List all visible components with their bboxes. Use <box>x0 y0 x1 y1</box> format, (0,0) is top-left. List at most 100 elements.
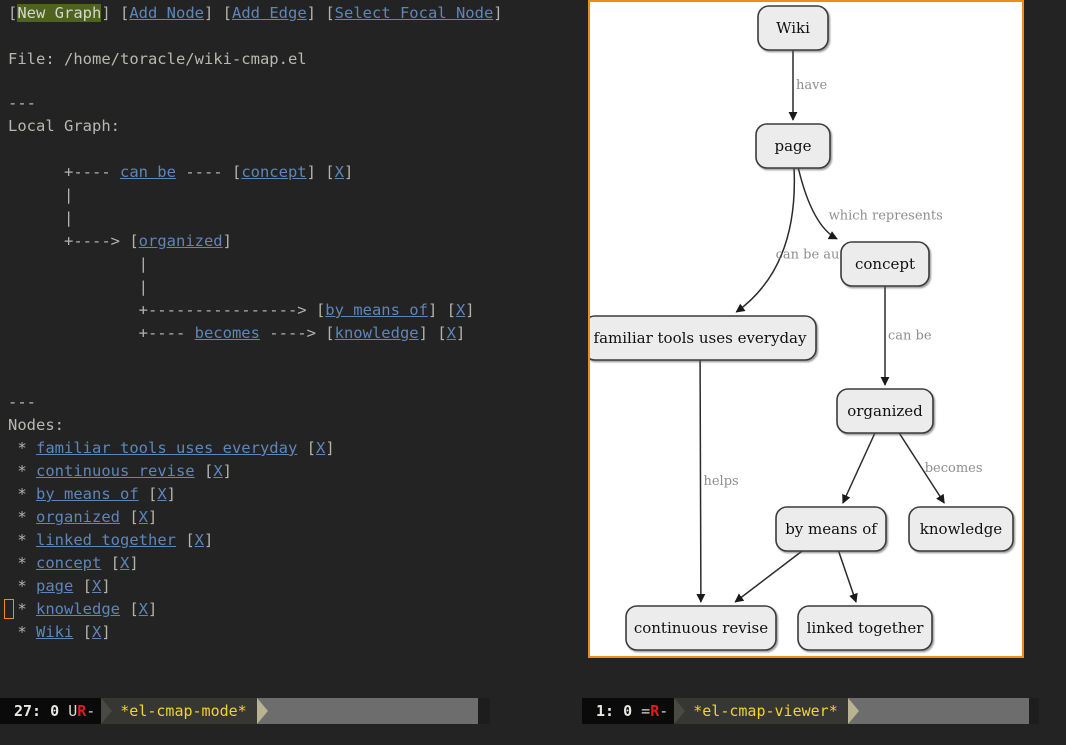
node-link[interactable]: knowledge <box>36 600 120 618</box>
graph-node-label: by means of <box>785 520 878 538</box>
tree-pipe-4: | <box>8 278 148 296</box>
bracket: ] <box>148 508 158 526</box>
graph-node[interactable]: by means of <box>775 506 887 552</box>
select-focal-node-button[interactable]: Select Focal Node <box>335 4 494 22</box>
bracket: ] <box>325 439 335 457</box>
graph-edge <box>837 550 858 603</box>
tree-delete-concept[interactable]: X <box>335 163 344 181</box>
modeline-left-flag-pre: U <box>68 702 78 720</box>
bracket: ] <box>101 623 111 641</box>
separator-bottom: --- <box>8 393 36 411</box>
graph-node-label: linked together <box>807 619 925 637</box>
tree-node-organized[interactable]: organized <box>139 232 223 250</box>
concept-map-canvas[interactable]: havecan be authored withwhich represents… <box>588 0 1024 658</box>
node-list-item: * continuous revise [X] <box>8 460 232 483</box>
graph-edge-label: which represents <box>829 208 943 223</box>
tree-pipe-1: | <box>8 186 74 204</box>
list-bullet: * <box>8 623 36 641</box>
list-bullet: * <box>8 554 36 572</box>
node-link[interactable]: familiar tools uses everyday <box>36 439 297 457</box>
graph-node-label: knowledge <box>920 520 1002 538</box>
graph-edge-label: have <box>796 78 827 93</box>
node-list-item: * knowledge [X] <box>8 598 157 621</box>
graph-node[interactable]: concept <box>840 241 930 287</box>
local-graph-heading: Local Graph: <box>8 117 120 135</box>
bracket: ] <box>129 554 139 572</box>
tree-relation-becomes[interactable]: becomes <box>195 324 260 342</box>
bracket-close: ] [ <box>204 4 232 22</box>
node-delete-link[interactable]: X <box>139 508 148 526</box>
node-link[interactable]: concept <box>36 554 101 572</box>
node-list-item: * Wiki [X] <box>8 621 111 644</box>
el-cmap-viewer-buffer[interactable]: havecan be authored withwhich represents… <box>582 0 1066 697</box>
tree-delete-by-means-of[interactable]: X <box>456 301 465 319</box>
graph-node[interactable]: page <box>755 123 831 169</box>
node-delete-link[interactable]: X <box>213 462 222 480</box>
add-node-button[interactable]: Add Node <box>129 4 204 22</box>
node-delete-link[interactable]: X <box>92 623 101 641</box>
modeline-right-position: 1: 0 =R- <box>582 698 675 724</box>
node-delete-link[interactable]: X <box>120 554 129 572</box>
graph-node-label: Wiki <box>776 19 810 37</box>
el-cmap-mode-buffer[interactable]: [New Graph] [Add Node] [Add Edge] [Selec… <box>0 0 580 697</box>
toolbar: [New Graph] [Add Node] [Add Edge] [Selec… <box>8 2 503 25</box>
node-list-item: * organized [X] <box>8 506 157 529</box>
list-bullet: * <box>8 508 36 526</box>
graph-node[interactable]: Wiki <box>757 5 829 51</box>
node-link[interactable]: by means of <box>36 485 139 503</box>
graph-node[interactable]: linked together <box>797 605 933 651</box>
tree-connector: +---- <box>8 163 120 181</box>
node-link[interactable]: linked together <box>36 531 176 549</box>
tree-pipe-2: | <box>8 209 74 227</box>
modeline-right-tail <box>1028 698 1039 724</box>
node-link[interactable]: organized <box>36 508 120 526</box>
bracket-open: [ <box>8 4 18 22</box>
nodes-layer: Wiki page familiar tools uses everyday conc… <box>590 5 1014 651</box>
graph-node-label: continuous revise <box>634 619 768 637</box>
bracket: ] <box>222 232 232 250</box>
node-delete-link[interactable]: X <box>316 439 325 457</box>
list-bullet: * <box>8 531 36 549</box>
graph-node-label: familiar tools uses everyday <box>594 329 807 347</box>
node-list-item: * concept [X] <box>8 552 139 575</box>
graph-node[interactable]: knowledge <box>908 506 1014 552</box>
node-delete-link[interactable]: X <box>195 531 204 549</box>
new-graph-button[interactable]: New Graph <box>17 4 102 22</box>
modeline-right-flag-modified: R <box>650 702 660 720</box>
node-link[interactable]: page <box>36 577 73 595</box>
graph-node-label: concept <box>855 255 915 273</box>
node-list-item: * linked together [X] <box>8 529 213 552</box>
bracket: ] <box>166 485 177 503</box>
modeline-right-flag-pre: = <box>641 702 651 720</box>
bracket-close: ] <box>493 4 503 22</box>
tree-node-by-means-of[interactable]: by means of <box>325 301 428 319</box>
node-link[interactable]: Wiki <box>36 623 73 641</box>
tree-relation-can-be[interactable]: can be <box>120 163 176 181</box>
graph-node[interactable]: continuous revise <box>625 605 777 651</box>
modeline-left-filler <box>267 698 478 724</box>
node-delete-link[interactable]: X <box>92 577 101 595</box>
add-edge-button[interactable]: Add Edge <box>232 4 307 22</box>
modeline-left-position: 27: 0 UR- <box>0 698 102 724</box>
bracket: ] <box>148 600 158 618</box>
tree-connector: ----> [ <box>259 324 335 342</box>
node-link[interactable]: continuous revise <box>36 462 195 480</box>
tree-node-concept[interactable]: concept <box>241 163 306 181</box>
graph-edge <box>735 167 796 313</box>
tree-connector: +----------------> [ <box>8 301 326 319</box>
bracket: [ <box>120 508 139 526</box>
emacs-frame: [New Graph] [Add Node] [Add Edge] [Selec… <box>0 0 1066 745</box>
graph-node[interactable]: organized <box>836 388 934 434</box>
modeline-left-column: 0 <box>50 702 60 720</box>
modeline-left-line: 27: <box>14 702 42 720</box>
tree-node-knowledge[interactable]: knowledge <box>335 324 419 342</box>
modeline-left-flag-modified: R <box>77 702 87 720</box>
modeline-left-buffer-name: *el-cmap-mode* <box>112 698 257 724</box>
node-delete-link[interactable]: X <box>139 600 148 618</box>
tree-delete-knowledge[interactable]: X <box>447 324 456 342</box>
node-list-item: * by means of [X] <box>8 483 176 506</box>
node-delete-link[interactable]: X <box>157 485 166 503</box>
graph-edge <box>734 550 803 603</box>
modeline-left-flag-post: - <box>86 702 96 720</box>
graph-node[interactable]: familiar tools uses everyday <box>590 315 817 361</box>
